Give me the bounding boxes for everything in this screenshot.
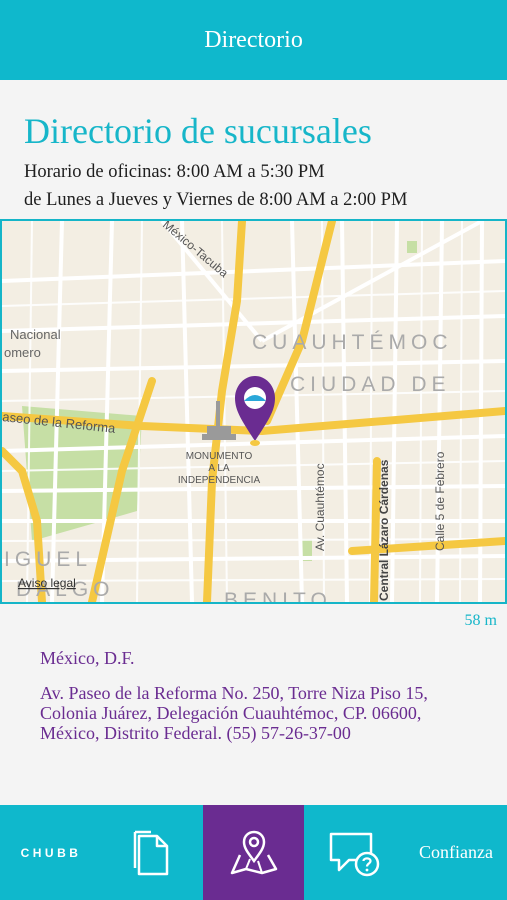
map-canvas[interactable]: CUAUHTÉMOC CIUDAD DE MONUMENTO A LA INDE…	[2, 221, 505, 602]
map-label-omero: omero	[4, 345, 41, 360]
tab-documents[interactable]	[102, 805, 203, 900]
branch-map[interactable]: CUAUHTÉMOC CIUDAD DE MONUMENTO A LA INDE…	[0, 219, 507, 604]
map-label-lazaro-cardenas: Central Lázaro Cárdenas	[377, 459, 391, 601]
map-label-nacional: Nacional	[10, 327, 61, 342]
map-scale: 58 m	[464, 612, 497, 629]
map-label-miguel: IGUEL	[4, 548, 92, 571]
map-pin-icon	[230, 830, 277, 874]
tab-map[interactable]	[203, 805, 304, 900]
map-label-av-cuauhtemoc: Av. Cuauhtémoc	[313, 463, 327, 551]
tab-help[interactable]	[304, 805, 405, 900]
map-label-ciudad: CIUDAD DE	[290, 373, 451, 396]
map-label-benito: BENITO	[224, 589, 332, 602]
tab-confianza-label: Confianza	[419, 842, 493, 862]
branch-city: México, D.F.	[40, 648, 135, 668]
map-label-monumento-2: A LA	[208, 463, 229, 474]
legal-notice-link[interactable]: Aviso legal	[18, 576, 76, 590]
tab-brand[interactable]: CHUBB	[0, 805, 102, 900]
page-title: Directorio de sucursales	[24, 111, 372, 151]
directory-content: Directorio de sucursales Horario de ofic…	[0, 80, 507, 805]
bottom-tab-bar: CHUBB Confianza	[0, 805, 507, 900]
document-icon	[133, 830, 168, 875]
monument-icon	[202, 401, 236, 440]
park-small-2	[407, 241, 417, 253]
office-hours-line-2: de Lunes a Jueves y Viernes de 8:00 AM a…	[24, 190, 408, 210]
brand-logo: CHUBB	[20, 845, 82, 860]
address-line-2: Colonia Juárez, Delegación Cuauhtémoc, C…	[40, 703, 422, 723]
app-header: Directorio	[0, 0, 507, 80]
map-label-calle-5-febrero: Calle 5 de Febrero	[433, 451, 447, 551]
tab-confianza[interactable]: Confianza	[405, 805, 507, 900]
location-pin-icon[interactable]	[235, 376, 275, 446]
map-label-cuauhtemoc: CUAUHTÉMOC	[252, 331, 453, 354]
header-title: Directorio	[204, 26, 303, 53]
branch-address: Av. Paseo de la Reforma No. 250, Torre N…	[40, 683, 428, 743]
map-label-monumento-1: MONUMENTO	[186, 451, 253, 462]
office-hours: Horario de oficinas: 8:00 AM a 5:30 PM d…	[24, 158, 407, 214]
map-label-monumento-3: INDEPENDENCIA	[178, 475, 261, 486]
chat-question-icon	[329, 832, 379, 876]
address-line-1: Av. Paseo de la Reforma No. 250, Torre N…	[40, 683, 428, 703]
address-line-3: México, Distrito Federal. (55) 57-26-37-…	[40, 723, 351, 743]
office-hours-line-1: Horario de oficinas: 8:00 AM a 5:30 PM	[24, 162, 325, 182]
